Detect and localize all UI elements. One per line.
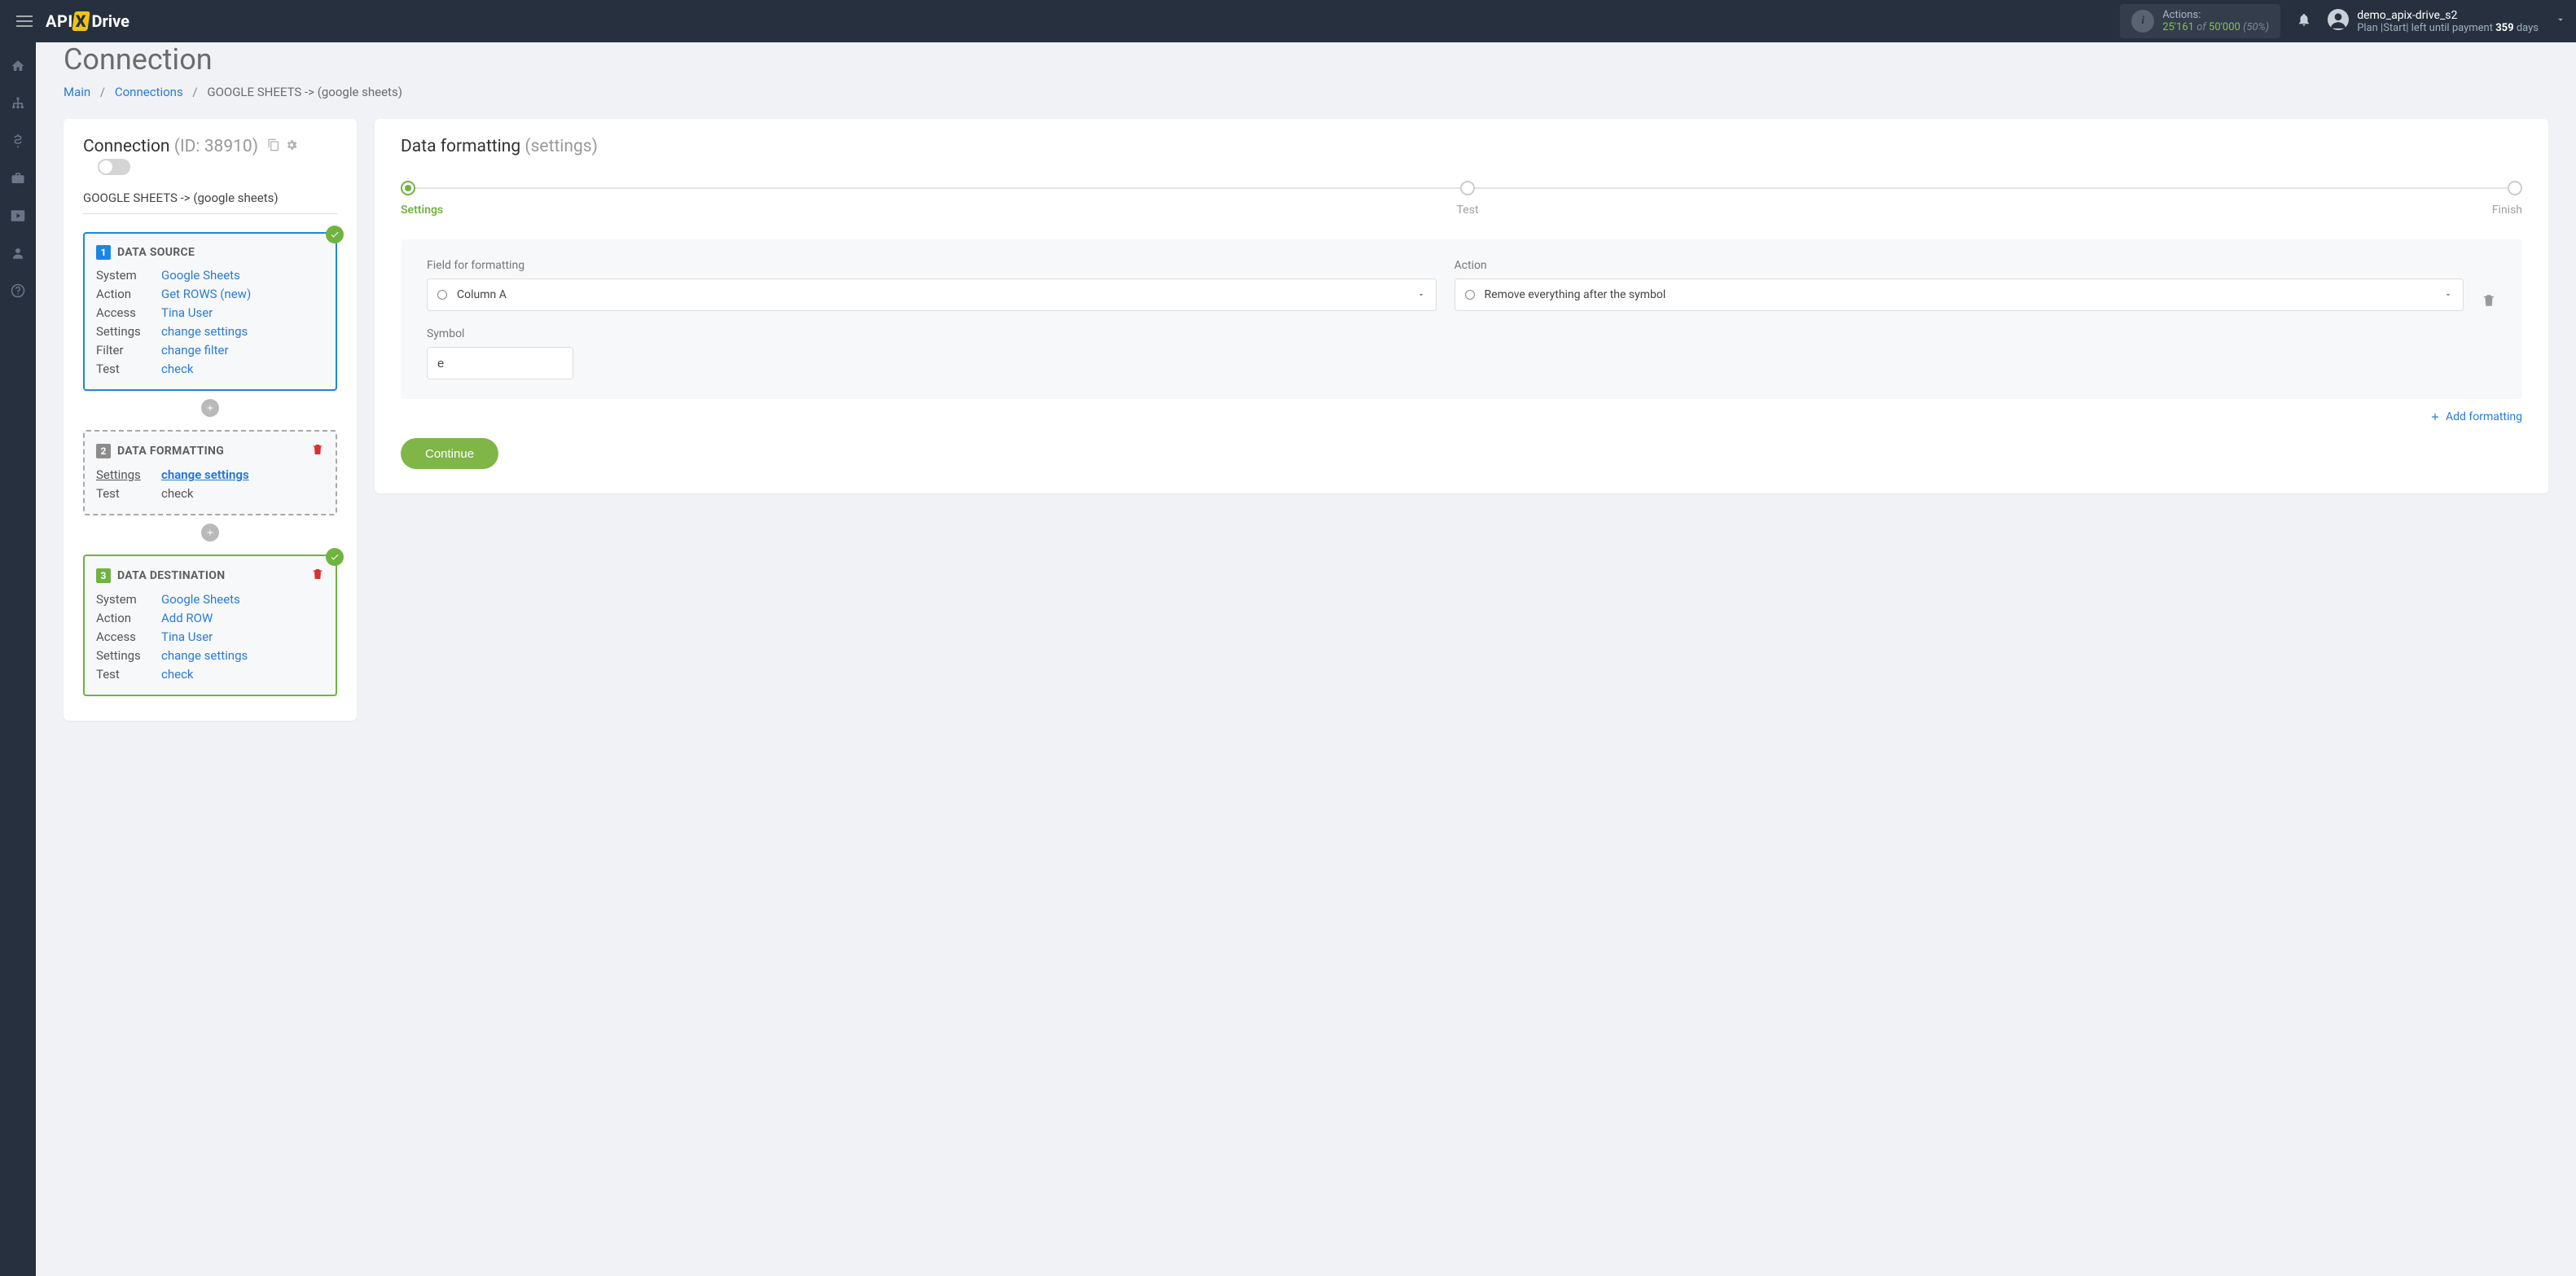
dest-action-link[interactable]: Add ROW [161, 611, 213, 625]
action-label: Action [1455, 259, 2464, 272]
delete-icon[interactable] [311, 443, 324, 459]
hamburger-icon[interactable] [10, 9, 39, 33]
dest-settings-link[interactable]: change settings [161, 648, 248, 663]
breadcrumb-connections[interactable]: Connections [115, 85, 183, 99]
source-filter-link[interactable]: change filter [161, 343, 229, 357]
copy-icon[interactable] [267, 137, 280, 156]
dest-test-link[interactable]: check [161, 667, 194, 682]
plan-info: Plan |Start| left until payment 359 days [2357, 22, 2539, 34]
add-step-button[interactable] [201, 399, 219, 417]
step-title: DATA FORMATTING [117, 445, 224, 458]
check-icon [326, 548, 344, 566]
breadcrumb-current: GOOGLE SHEETS -> (google sheets) [207, 85, 402, 99]
logo-text-api: API [46, 11, 73, 31]
chevron-down-icon [2443, 290, 2453, 300]
step-data-formatting[interactable]: 2 DATA FORMATTING Settingschange setting… [83, 430, 337, 515]
page-title: Connection [64, 42, 2548, 77]
sidebar-connections-icon[interactable] [2, 90, 34, 117]
sidebar [0, 42, 36, 1276]
radio-icon [1465, 290, 1475, 300]
logo-text-x: X [73, 11, 89, 31]
formatting-panel: Data formatting (settings) Settings Test… [375, 119, 2548, 493]
source-access-link[interactable]: Tina User [161, 305, 213, 320]
formatting-test: check [161, 486, 194, 501]
dest-access-link[interactable]: Tina User [161, 629, 213, 644]
connection-title: Connection (ID: 38910) [83, 137, 337, 176]
source-system-link[interactable]: Google Sheets [161, 268, 240, 283]
breadcrumb-main[interactable]: Main [64, 85, 90, 99]
logo-text-drive: Drive [91, 11, 129, 31]
actions-used: 25'161 [2162, 21, 2194, 33]
sidebar-account-icon[interactable] [2, 239, 34, 267]
step-number: 1 [96, 245, 111, 260]
action-select[interactable]: Remove everything after the symbol [1455, 278, 2464, 311]
step-number: 2 [96, 444, 111, 458]
step-data-destination[interactable]: 3 DATA DESTINATION SystemGoogle Sheets A… [83, 555, 337, 696]
formatting-form: Field for formatting Column A Action Rem… [401, 239, 2522, 399]
connection-panel: Connection (ID: 38910) GOOGLE SHEETS -> … [64, 119, 357, 721]
stepper-test[interactable]: Test [1457, 181, 1479, 217]
actions-total: 50'000 [2209, 21, 2240, 33]
username: demo_apix-drive_s2 [2357, 9, 2539, 22]
sidebar-billing-icon[interactable] [2, 127, 34, 155]
step-data-source[interactable]: 1 DATA SOURCE SystemGoogle Sheets Action… [83, 232, 337, 391]
actions-box[interactable]: i Actions: 25'161 of 50'000 (50%) [2120, 4, 2280, 38]
stepper: Settings Test Finish [401, 181, 2522, 217]
field-label: Field for formatting [427, 259, 1437, 272]
radio-icon [437, 290, 447, 300]
field-select[interactable]: Column A [427, 278, 1437, 311]
delete-icon[interactable] [311, 568, 324, 584]
chevron-down-icon[interactable] [2555, 14, 2566, 29]
dest-system-link[interactable]: Google Sheets [161, 592, 240, 607]
check-icon [326, 226, 344, 243]
chevron-down-icon [1416, 290, 1426, 300]
panel-title: Data formatting (settings) [401, 137, 2522, 156]
add-formatting-link[interactable]: Add formatting [2429, 410, 2522, 423]
sidebar-help-icon[interactable] [2, 277, 34, 305]
sidebar-briefcase-icon[interactable] [2, 164, 34, 192]
enable-toggle[interactable] [98, 159, 130, 175]
breadcrumb: Main / Connections / GOOGLE SHEETS -> (g… [64, 85, 2548, 99]
logo[interactable]: API X Drive [46, 11, 129, 31]
step-title: DATA SOURCE [117, 246, 195, 259]
gear-icon[interactable] [285, 137, 298, 156]
symbol-label: Symbol [427, 327, 2496, 340]
stepper-finish[interactable]: Finish [2492, 181, 2522, 217]
bell-icon[interactable] [2297, 12, 2311, 30]
step-number: 3 [96, 568, 111, 583]
header: API X Drive i Actions: 25'161 of 50'000 … [0, 0, 2576, 42]
symbol-input[interactable] [427, 347, 573, 379]
actions-label: Actions: [2162, 9, 2269, 21]
delete-row-icon[interactable] [2482, 293, 2496, 311]
source-settings-link[interactable]: change settings [161, 324, 248, 339]
step-title: DATA DESTINATION [117, 569, 225, 582]
user-icon [2328, 9, 2349, 33]
sidebar-video-icon[interactable] [2, 202, 34, 230]
source-action-link[interactable]: Get ROWS (new) [161, 287, 251, 301]
main: Connection Main / Connections / GOOGLE S… [36, 42, 2576, 745]
info-icon: i [2131, 10, 2154, 33]
add-step-button[interactable] [201, 524, 219, 542]
source-test-link[interactable]: check [161, 362, 194, 376]
stepper-settings[interactable]: Settings [401, 181, 443, 217]
sidebar-home-icon[interactable] [2, 52, 34, 80]
connection-name: GOOGLE SHEETS -> (google sheets) [83, 191, 337, 214]
continue-button[interactable]: Continue [401, 438, 498, 469]
actions-pct: (50%) [2243, 21, 2269, 33]
formatting-settings-link[interactable]: change settings [161, 467, 249, 482]
actions-of: of [2196, 21, 2209, 33]
user-block[interactable]: demo_apix-drive_s2 Plan |Start| left unt… [2328, 9, 2539, 34]
